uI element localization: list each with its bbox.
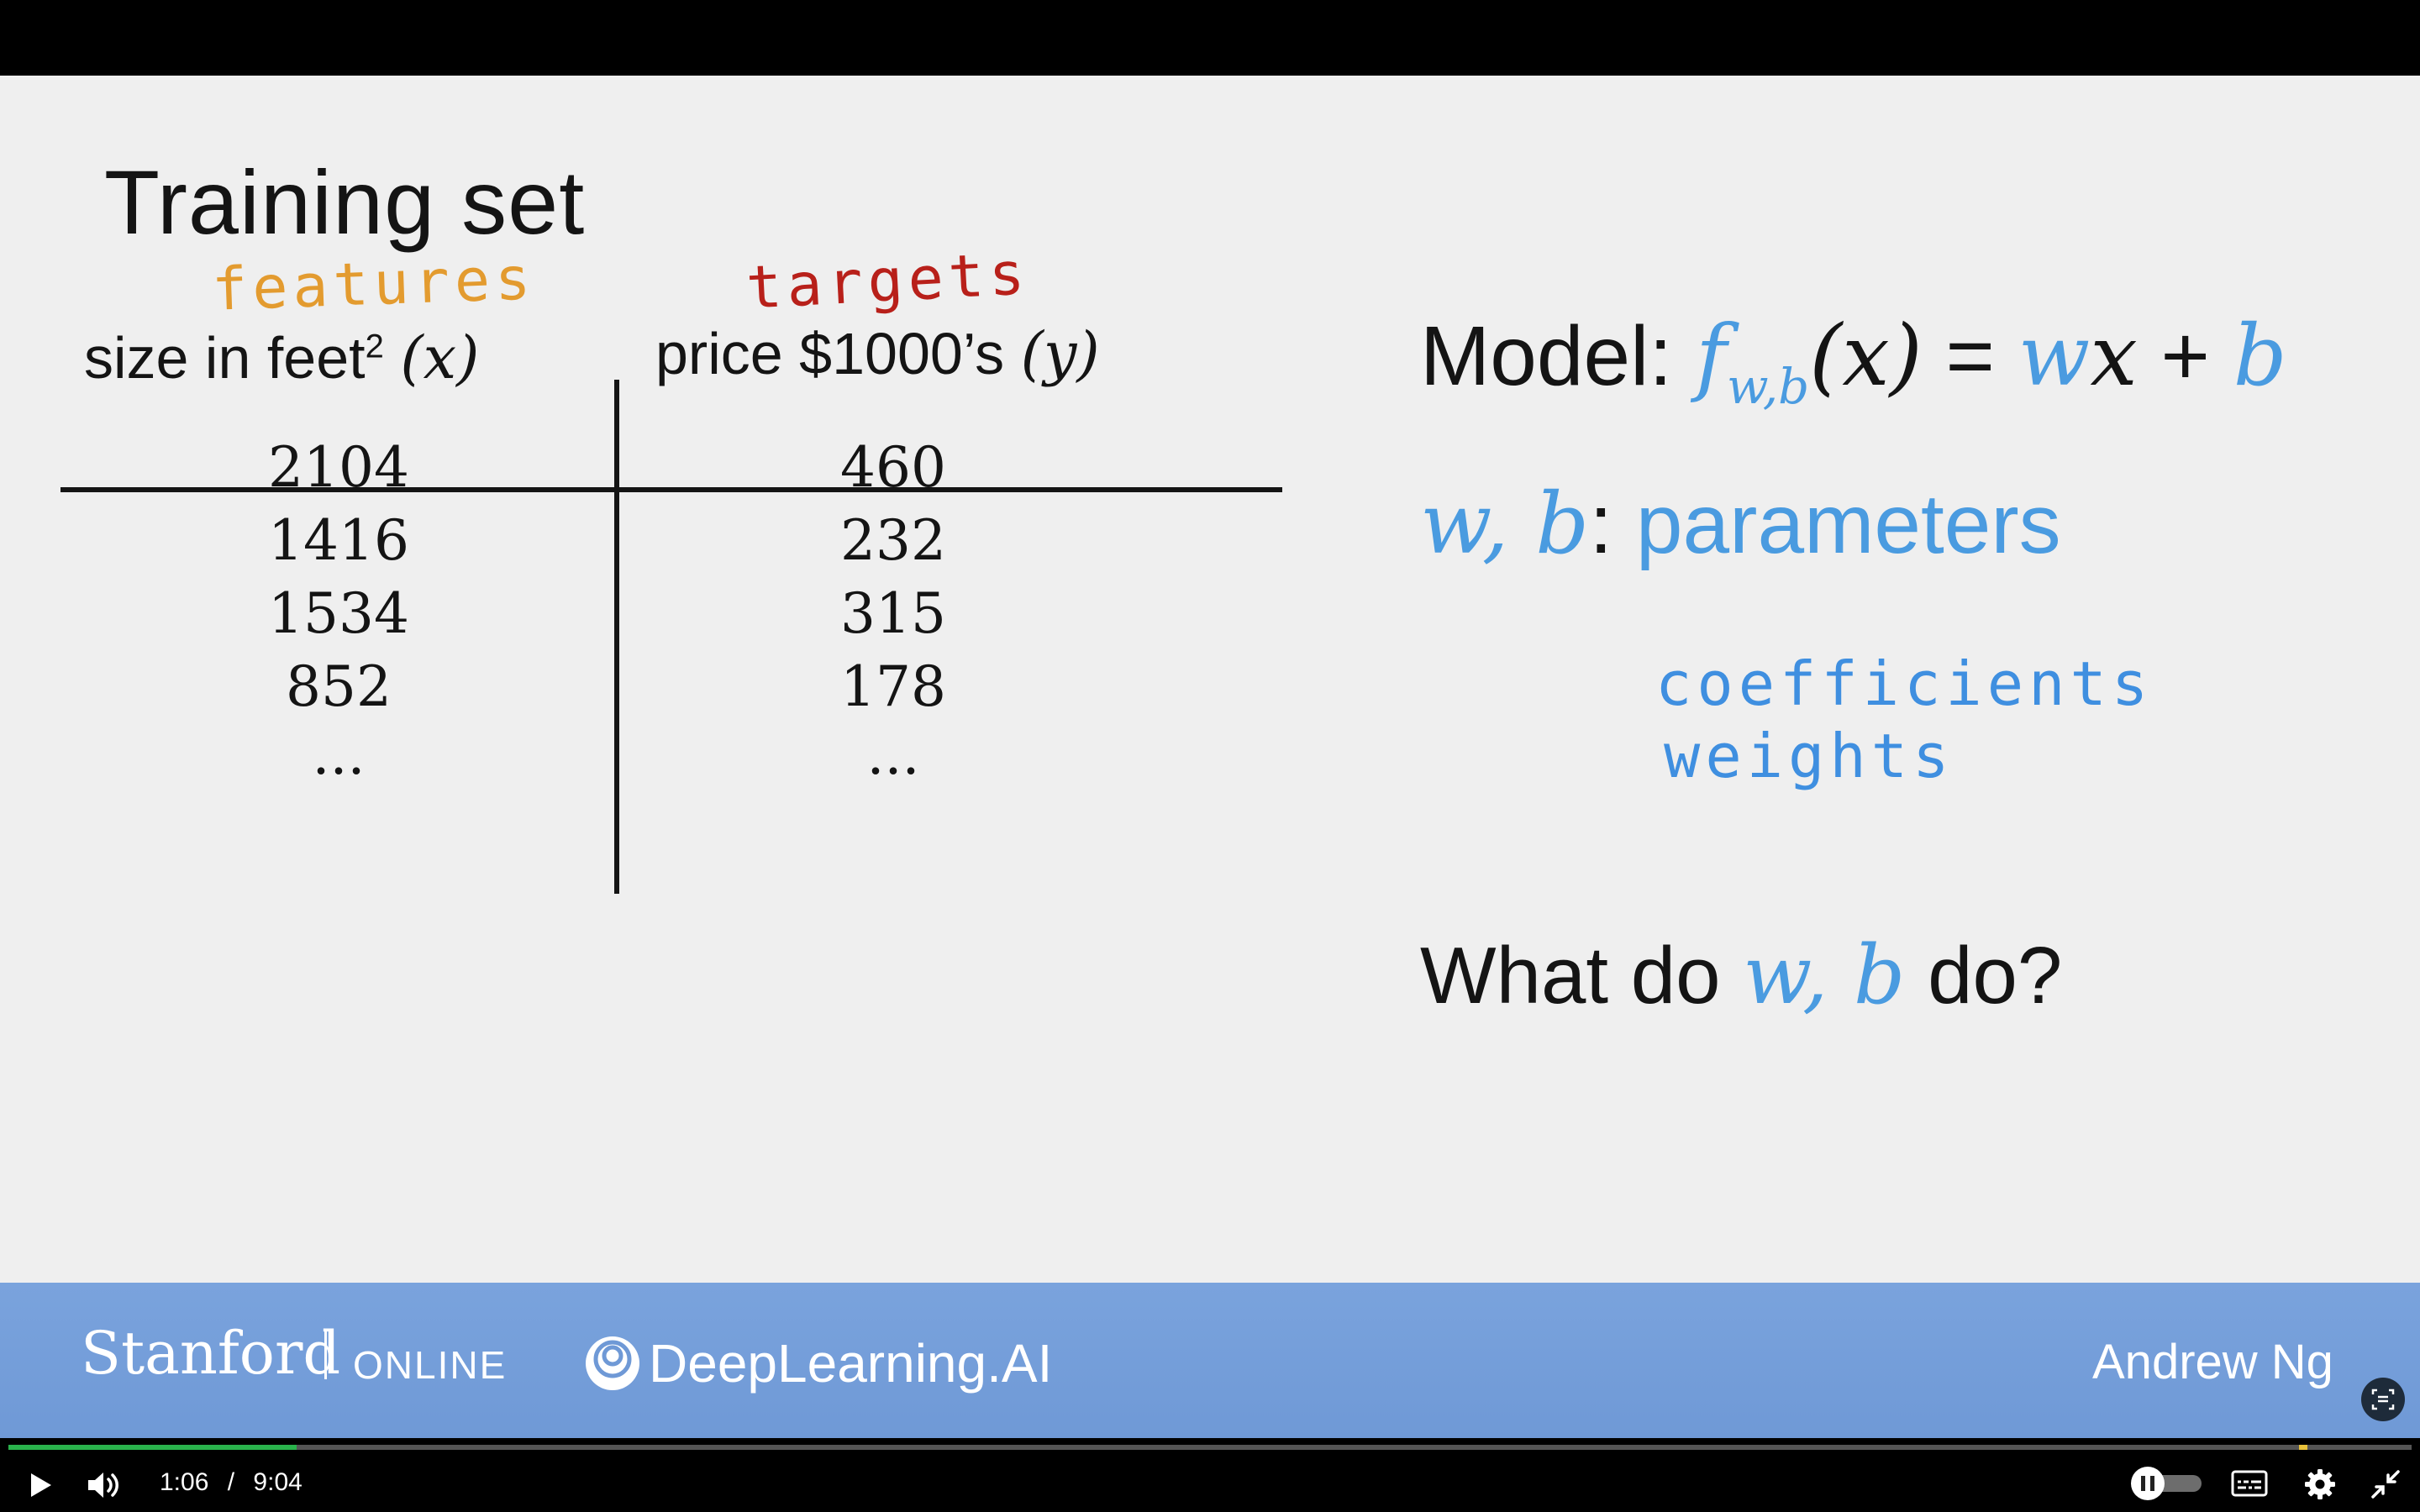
gear-icon [2305, 1469, 2335, 1499]
question-prefix: What do [1420, 931, 1744, 1021]
top-letterbox [0, 0, 2420, 76]
duration: 9:04 [253, 1468, 302, 1496]
transcript-button[interactable] [2361, 1378, 2405, 1421]
column-header-price-var: (y) [1020, 319, 1100, 388]
column-header-size-var: (x) [400, 323, 480, 392]
play-button[interactable] [18, 1463, 62, 1507]
captions-icon [2231, 1470, 2268, 1497]
question-suffix: do? [1905, 931, 2063, 1021]
volume-button[interactable] [81, 1463, 128, 1507]
table-cell-price: 460 [840, 435, 946, 500]
stanford-logo-text: Stanford [81, 1319, 341, 1388]
table-cell-size: 2104 [268, 435, 409, 500]
features-annotation: features [210, 244, 537, 324]
model-equals: = [1922, 309, 2018, 403]
table-cell-price: 315 [840, 581, 946, 646]
model-function-subscript: w,b [1726, 358, 1810, 415]
column-header-price-label: price $1000’s [655, 321, 1005, 386]
weights-annotation: weights [1664, 721, 1954, 791]
model-label: Model: [1420, 309, 1673, 403]
settings-button[interactable] [2299, 1463, 2341, 1505]
question-text: What do w, b do? [1420, 928, 2062, 1022]
model-w: w [2018, 307, 2091, 405]
current-time: 1:06 [160, 1468, 209, 1496]
time-separator: / [227, 1468, 235, 1496]
table-cell-size: 852 [286, 654, 392, 719]
table-column-divider [614, 380, 619, 894]
column-header-size: size in feet2 (x) [84, 323, 479, 392]
volume-icon [88, 1473, 118, 1498]
pause-toggle-icon [2131, 1467, 2202, 1500]
captions-button[interactable] [2227, 1465, 2272, 1502]
parameters-colon: : [1589, 477, 1613, 571]
video-time: 1:06 / 9:04 [160, 1468, 302, 1497]
model-args: (x) [1809, 307, 1923, 405]
model-x: x [2090, 307, 2138, 405]
logo-separator [324, 1329, 327, 1379]
targets-annotation: targets [744, 239, 1031, 323]
model-function: f [1695, 307, 1727, 405]
table-cell-size: ... [312, 722, 366, 787]
column-header-size-label: size in feet [84, 325, 366, 391]
online-logo-text: ONLINE [353, 1343, 508, 1387]
table-cell-price: 232 [840, 508, 946, 573]
exit-fullscreen-button[interactable] [2365, 1463, 2407, 1505]
coefficients-annotation: coefficients [1655, 648, 2154, 719]
play-icon [31, 1473, 51, 1497]
model-equation: Model: fw,b(x) = wx + b [1420, 307, 2287, 415]
model-plus: + [2137, 309, 2233, 403]
slide-title: Training set [104, 151, 586, 253]
video-progress-marker [2299, 1445, 2307, 1450]
presenter-name: Andrew Ng [2092, 1335, 2333, 1389]
column-header-price: price $1000’s (y) [655, 319, 1100, 388]
exit-fullscreen-icon [2371, 1470, 2400, 1499]
deeplearning-logo-icon [586, 1336, 639, 1390]
autopause-toggle[interactable] [2129, 1465, 2207, 1502]
parameters-vars: w, b [1420, 475, 1590, 573]
table-cell-size: 1416 [268, 508, 409, 573]
model-b: b [2233, 307, 2287, 405]
table-cell-price: 178 [840, 654, 946, 719]
parameters-line: w, b: parameters [1420, 475, 2061, 573]
column-header-size-exponent: 2 [365, 328, 384, 365]
lecture-slide: Training set features targets size in fe… [0, 76, 2420, 1283]
question-vars: w, b [1743, 928, 1906, 1022]
transcript-icon [2371, 1389, 2395, 1410]
table-cell-size: 1534 [268, 581, 409, 646]
deeplearning-logo-text: DeepLearning.AI [649, 1333, 1053, 1394]
parameters-word: parameters [1635, 477, 2061, 571]
video-progress-bar[interactable] [8, 1445, 2412, 1450]
video-progress-played [8, 1445, 297, 1450]
table-cell-price: ... [866, 722, 920, 787]
